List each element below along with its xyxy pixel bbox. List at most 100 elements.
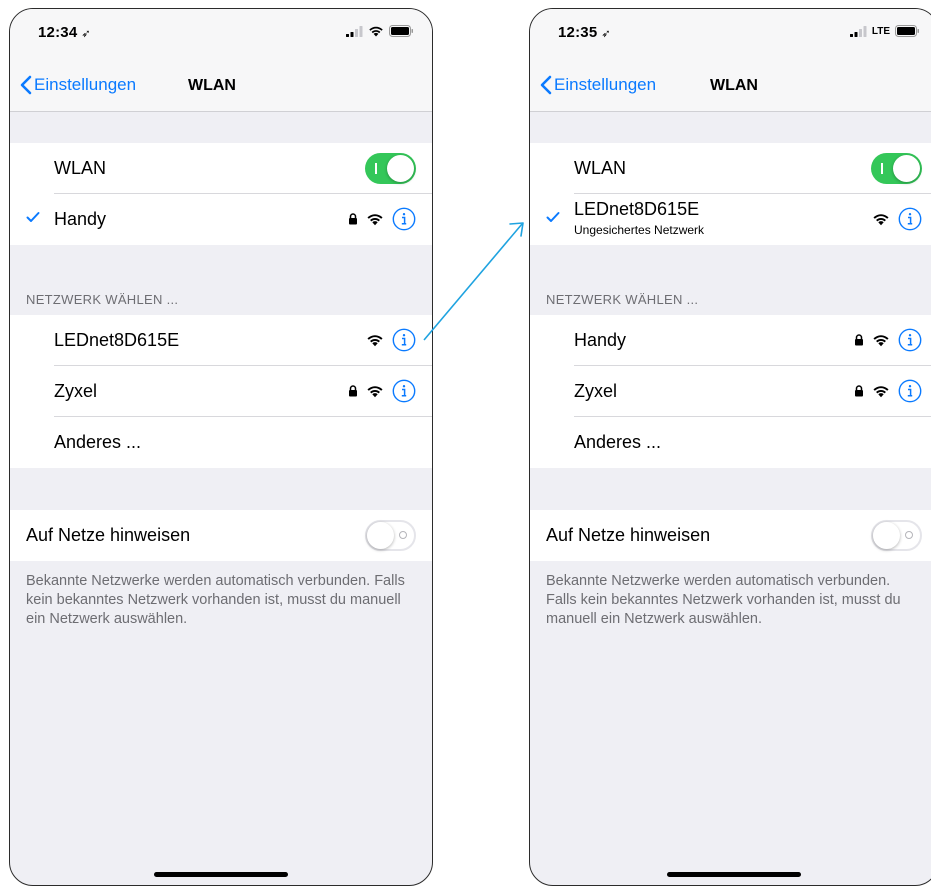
wlan-label: WLAN bbox=[54, 158, 107, 178]
notify-toggle[interactable] bbox=[871, 520, 922, 551]
notify-group: Auf Netze hinweisen bbox=[10, 510, 432, 561]
lock-icon bbox=[855, 334, 863, 346]
wlan-group: WLAN LEDnet8D615E Ungesichertes Netzwerk bbox=[530, 143, 931, 245]
other-network-label: Anderes ... bbox=[574, 432, 662, 452]
info-icon[interactable] bbox=[392, 328, 416, 352]
toggle-knob bbox=[893, 155, 920, 182]
network-accessories bbox=[366, 328, 416, 352]
wifi-icon bbox=[873, 335, 889, 347]
battery-icon bbox=[895, 25, 919, 37]
network-accessories bbox=[854, 379, 922, 403]
notify-row: Auf Netze hinweisen bbox=[530, 510, 931, 561]
lock-icon bbox=[349, 213, 357, 225]
page-title: WLAN bbox=[710, 77, 758, 94]
section-header-choose-network: NETZWERK WÄHLEN ... bbox=[546, 292, 699, 307]
wifi-status-icon bbox=[369, 26, 383, 37]
notify-label: Auf Netze hinweisen bbox=[26, 525, 191, 545]
cellular-signal-icon bbox=[849, 25, 867, 37]
wifi-icon bbox=[873, 386, 889, 398]
toggle-knob bbox=[873, 522, 900, 549]
toggle-off-mark bbox=[905, 531, 913, 539]
phone-screen-after: 12:35 ➶ LTE Einstellungen WLAN WLAN LEDne… bbox=[529, 8, 931, 886]
network-name: Zyxel bbox=[574, 381, 618, 401]
network-accessories bbox=[348, 379, 416, 403]
other-network-label: Anderes ... bbox=[54, 432, 142, 452]
wlan-group: WLAN Handy bbox=[10, 143, 432, 245]
network-name: Handy bbox=[574, 330, 627, 350]
wifi-icon bbox=[873, 214, 889, 226]
wlan-toggle-row: WLAN bbox=[10, 143, 432, 194]
network-type-label: LTE bbox=[871, 25, 890, 37]
back-button-label: Einstellungen bbox=[554, 75, 657, 94]
footer-description: Bekannte Netzwerke werden automatisch ve… bbox=[26, 573, 405, 627]
footer-description: Bekannte Netzwerke werden automatisch ve… bbox=[546, 573, 901, 627]
wifi-icon bbox=[367, 335, 383, 347]
battery-icon bbox=[389, 25, 413, 37]
home-indicator bbox=[154, 872, 288, 877]
location-arrow-icon: ➶ bbox=[601, 28, 611, 40]
back-button[interactable]: Einstellungen bbox=[540, 75, 656, 95]
network-row-handy[interactable]: Handy bbox=[530, 315, 931, 366]
section-header-choose-network: NETZWERK WÄHLEN ... bbox=[26, 292, 179, 307]
toggle-knob bbox=[367, 522, 394, 549]
toggle-off-mark bbox=[399, 531, 407, 539]
status-icons bbox=[346, 25, 414, 37]
status-time: 12:35 ➶ bbox=[558, 24, 611, 41]
network-row-zyxel[interactable]: Zyxel bbox=[530, 366, 931, 417]
info-icon[interactable] bbox=[392, 207, 416, 231]
network-accessories bbox=[854, 328, 922, 352]
connected-network-row[interactable]: LEDnet8D615E Ungesichertes Netzwerk bbox=[530, 194, 931, 245]
network-name: Zyxel bbox=[54, 381, 98, 401]
info-icon[interactable] bbox=[898, 207, 922, 231]
network-row-lednet[interactable]: LEDnet8D615E bbox=[10, 315, 432, 366]
back-button-label: Einstellungen bbox=[34, 75, 137, 94]
wlan-toggle-row: WLAN bbox=[530, 143, 931, 194]
cellular-signal-icon bbox=[346, 25, 363, 37]
toggle-on-mark bbox=[375, 163, 377, 174]
network-row-zyxel[interactable]: Zyxel bbox=[10, 366, 432, 417]
connected-network-subtitle: Ungesichertes Netzwerk bbox=[574, 223, 705, 237]
back-button[interactable]: Einstellungen bbox=[20, 75, 136, 95]
phone-screen-before: 12:34 ➶ Einstellungen WLAN WLAN Handy NE… bbox=[9, 8, 433, 886]
network-accessories bbox=[872, 207, 922, 231]
wlan-toggle[interactable] bbox=[871, 153, 922, 184]
checkmark-icon bbox=[26, 212, 40, 222]
info-icon[interactable] bbox=[898, 379, 922, 403]
home-indicator bbox=[667, 872, 801, 877]
info-icon[interactable] bbox=[898, 328, 922, 352]
notify-group: Auf Netze hinweisen bbox=[530, 510, 931, 561]
notify-row: Auf Netze hinweisen bbox=[10, 510, 432, 561]
status-bar: 12:35 ➶ LTE bbox=[530, 9, 931, 59]
status-time: 12:34 ➶ bbox=[38, 24, 91, 41]
status-icons: LTE bbox=[849, 25, 920, 37]
toggle-on-mark bbox=[881, 163, 883, 174]
notify-label: Auf Netze hinweisen bbox=[546, 525, 711, 545]
notify-toggle[interactable] bbox=[365, 520, 416, 551]
network-accessories bbox=[348, 207, 416, 231]
network-row-other[interactable]: Anderes ... bbox=[10, 417, 432, 468]
wlan-label: WLAN bbox=[574, 158, 627, 178]
network-list: Handy Zyxel Anderes ... bbox=[530, 315, 931, 468]
network-name: LEDnet8D615E bbox=[54, 330, 180, 350]
chevron-left-icon bbox=[20, 75, 32, 95]
status-bar: 12:34 ➶ bbox=[10, 9, 432, 59]
network-list: LEDnet8D615E Zyxel Anderes ... bbox=[10, 315, 432, 468]
wlan-toggle[interactable] bbox=[365, 153, 416, 184]
connected-network-row[interactable]: Handy bbox=[10, 194, 432, 245]
transition-arrow bbox=[423, 222, 524, 341]
wifi-icon bbox=[367, 214, 383, 226]
connected-network-name: Handy bbox=[54, 209, 107, 229]
wifi-icon bbox=[367, 386, 383, 398]
lock-icon bbox=[855, 385, 863, 397]
network-row-other[interactable]: Anderes ... bbox=[530, 417, 931, 468]
page-title: WLAN bbox=[188, 77, 236, 94]
checkmark-icon bbox=[546, 212, 560, 222]
lock-icon bbox=[349, 385, 357, 397]
location-arrow-icon: ➶ bbox=[81, 28, 91, 40]
toggle-knob bbox=[387, 155, 414, 182]
connected-network-name: LEDnet8D615E bbox=[574, 199, 700, 219]
navigation-bar: Einstellungen WLAN bbox=[10, 59, 432, 112]
info-icon[interactable] bbox=[392, 379, 416, 403]
chevron-left-icon bbox=[540, 75, 552, 95]
navigation-bar: Einstellungen WLAN bbox=[530, 59, 931, 112]
